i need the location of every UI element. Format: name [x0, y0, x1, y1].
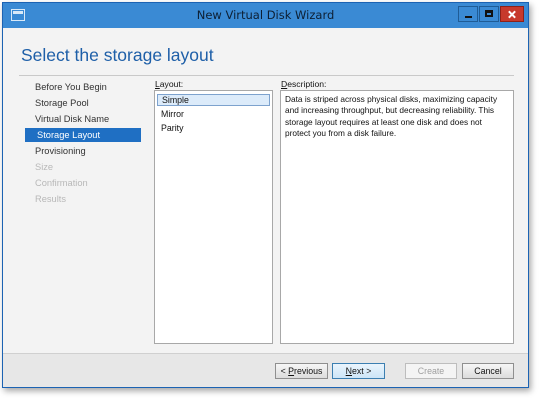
nav-step-storage-pool[interactable]: Storage Pool: [23, 96, 139, 110]
cancel-button[interactable]: Cancel: [462, 363, 514, 379]
nav-step-provisioning[interactable]: Provisioning: [23, 144, 139, 158]
nav-step-confirmation: Confirmation: [35, 178, 88, 188]
layout-label: Layout:: [155, 79, 184, 89]
layout-listbox[interactable]: Simple Mirror Parity: [154, 90, 273, 344]
layout-option-simple[interactable]: Simple: [157, 94, 270, 106]
nav-step-before-you-begin[interactable]: Before You Begin: [23, 80, 139, 94]
wizard-window: New Virtual Disk Wizard Select the stora…: [2, 2, 529, 388]
layout-option-mirror[interactable]: Mirror: [157, 108, 270, 120]
window-title: New Virtual Disk Wizard: [196, 8, 335, 22]
nav-step-size: Size: [35, 162, 54, 172]
create-button: Create: [405, 363, 457, 379]
nav-step-results: Results: [35, 194, 67, 204]
title-bar[interactable]: New Virtual Disk Wizard: [3, 3, 528, 28]
minimize-icon[interactable]: [458, 6, 478, 22]
wizard-content: Select the storage layout Before You Beg…: [3, 28, 528, 353]
page-title: Select the storage layout: [21, 45, 214, 65]
layout-option-parity[interactable]: Parity: [157, 122, 270, 134]
maximize-icon[interactable]: [479, 6, 499, 22]
description-label: Description:: [281, 79, 327, 89]
description-text: Data is striped across physical disks, m…: [280, 90, 514, 344]
nav-step-storage-layout[interactable]: Storage Layout: [25, 128, 141, 142]
next-button[interactable]: Next >: [332, 363, 385, 379]
wizard-footer: < Previous Next > Create Cancel: [3, 353, 528, 387]
header-divider: [19, 75, 514, 76]
close-icon[interactable]: [500, 6, 524, 22]
previous-button[interactable]: < Previous: [275, 363, 328, 379]
nav-step-virtual-disk-name[interactable]: Virtual Disk Name: [23, 112, 139, 126]
